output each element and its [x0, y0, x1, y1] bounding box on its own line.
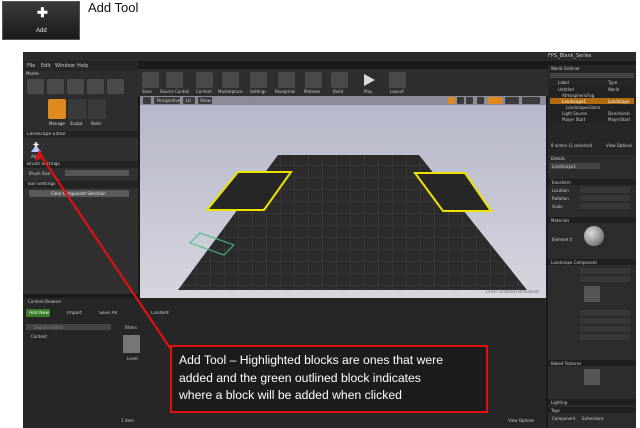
callout-line-3: where a block will be added when clicked: [179, 388, 402, 402]
callout-line-2: added and the green outlined block indic…: [179, 370, 421, 385]
callout-line-1: Add Tool – Highlighted blocks are ones t…: [179, 353, 443, 367]
callout-text: Add Tool – Highlighted blocks are ones t…: [179, 352, 443, 405]
arrow-line: [38, 152, 173, 352]
callout-box: Add Tool – Highlighted blocks are ones t…: [170, 345, 488, 413]
